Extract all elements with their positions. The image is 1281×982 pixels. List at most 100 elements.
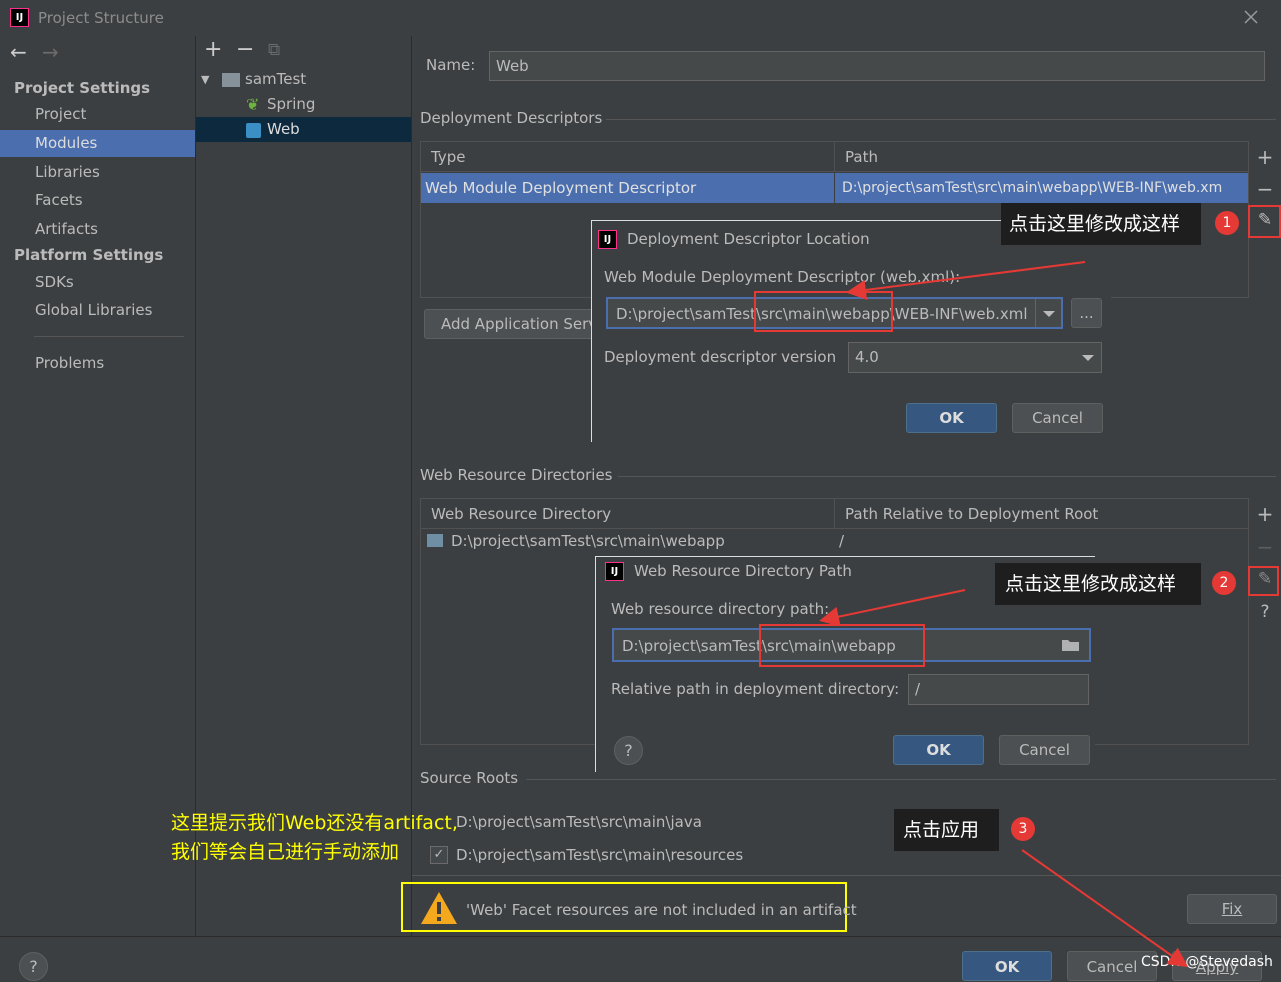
tree-label-samtest: samTest (245, 70, 307, 88)
dialog1-border (591, 220, 592, 442)
dialog2-app-icon: IJ (605, 562, 624, 581)
dialog2-title: Web Resource Directory Path (634, 562, 852, 580)
dialog2-help-button[interactable]: ? (614, 736, 643, 765)
nav-item-sdks[interactable]: SDKs (0, 269, 195, 296)
spring-leaf-icon: ❦ (246, 95, 260, 114)
web-folder-icon (427, 534, 443, 547)
remove-icon[interactable]: − (236, 37, 254, 62)
column-header-web-resource-directory[interactable]: Web Resource Directory (421, 499, 835, 529)
warning-icon (420, 891, 458, 925)
section-divider (618, 476, 1276, 477)
back-arrow-icon[interactable]: ← (10, 40, 27, 64)
tree-label-spring: Spring (267, 95, 316, 113)
csdn-watermark: CSDN @Stevedash (1141, 954, 1273, 970)
annotation-box-path-1 (754, 291, 893, 332)
source-root-resources: D:\project\samTest\src\main\resources (456, 846, 744, 864)
dialog2-ok-button[interactable]: OK (893, 735, 984, 765)
web-facet-icon (246, 123, 261, 138)
add-icon[interactable]: + (204, 37, 222, 62)
help-button[interactable]: ? (19, 952, 48, 981)
bottom-divider (0, 936, 1281, 937)
forward-arrow-icon[interactable]: → (42, 40, 59, 64)
relative-path-label: Relative path in deployment directory: (611, 680, 900, 698)
nav-item-artifacts[interactable]: Artifacts (0, 216, 195, 243)
help-icon[interactable]: ? (1252, 602, 1278, 622)
annotation-box-edit-1 (1248, 205, 1281, 238)
dialog1-app-icon: IJ (598, 230, 617, 249)
source-roots-title: Source Roots (420, 769, 519, 787)
dialog1-ok-button[interactable]: OK (906, 403, 997, 433)
nav-divider (34, 336, 184, 337)
annotation-box-edit-2 (1248, 566, 1279, 596)
row-dir-cell: D:\project\samTest\src\main\webapp (451, 532, 725, 550)
nav-item-problems[interactable]: Problems (0, 350, 195, 377)
dropdown-arrow-icon[interactable] (1035, 299, 1061, 327)
collapse-triangle-icon[interactable]: ▼ (201, 67, 209, 92)
nav-item-global-libraries[interactable]: Global Libraries (0, 297, 195, 324)
arrow-3 (1021, 849, 1189, 968)
column-header-type[interactable]: Type (421, 142, 835, 172)
title-bar: IJ Project Structure (0, 0, 1281, 36)
add-application-server-button[interactable]: Add Application Server specific descript… (424, 309, 598, 339)
version-dropdown-arrow-icon[interactable] (1076, 344, 1100, 371)
nav-item-libraries[interactable]: Libraries (0, 159, 195, 186)
descriptor-version-select[interactable]: 4.0 (848, 342, 1102, 373)
module-folder-icon (222, 73, 240, 87)
source-root-java: D:\project\samTest\src\main\java (456, 813, 702, 831)
module-tree-panel: + − ⧉ ▼ samTest ❦ Spring Web (195, 36, 412, 936)
deployment-descriptors-title: Deployment Descriptors (420, 109, 603, 127)
name-label: Name: (426, 56, 476, 74)
settings-sidebar: ← → Project Settings Project Modules Lib… (0, 36, 195, 936)
dialog1-title: Deployment Descriptor Location (627, 230, 870, 248)
tree-node-spring[interactable]: ❦ Spring (196, 92, 411, 117)
dialog2-border-top (595, 556, 1095, 557)
copy-icon[interactable]: ⧉ (268, 40, 280, 60)
annotation-note-line2: 我们等会自己进行手动添加 (171, 841, 400, 863)
relative-path-input[interactable]: / (908, 674, 1089, 705)
dialog1-border-top (591, 220, 1001, 221)
annotation-callout-2: 点击这里修改成这样 (995, 563, 1201, 605)
name-input[interactable]: Web (489, 51, 1265, 81)
annotation-callout-3: 点击应用 (894, 809, 999, 851)
add-resource-icon[interactable]: + (1252, 502, 1278, 526)
web-resource-directories-title: Web Resource Directories (420, 466, 613, 484)
table-row[interactable]: D:\project\samTest\src\main\webapp / (421, 530, 1248, 552)
tree-label-web: Web (267, 120, 300, 138)
row-path-cell: D:\project\samTest\src\main\webapp\WEB-I… (842, 180, 1223, 196)
fix-button[interactable]: Fix (1187, 894, 1277, 924)
annotation-box-path-2 (759, 624, 925, 667)
dialog2-field-label: Web resource directory path: (611, 600, 830, 618)
intellij-app-icon: IJ (10, 8, 29, 27)
ok-button[interactable]: OK (962, 951, 1052, 981)
descriptor-version-label: Deployment descriptor version (604, 348, 837, 366)
annotation-number-3: 3 (1011, 817, 1035, 841)
annotation-number-2: 2 (1212, 571, 1236, 595)
folder-browse-icon[interactable] (1060, 635, 1082, 655)
close-icon[interactable] (1241, 7, 1261, 27)
section-divider (606, 119, 1276, 120)
column-header-relative-path[interactable]: Path Relative to Deployment Root (835, 499, 1248, 529)
source-root-checkbox[interactable]: ✓ (430, 846, 448, 864)
window-title: Project Structure (38, 9, 164, 27)
nav-item-facets[interactable]: Facets (0, 187, 195, 214)
nav-item-modules[interactable]: Modules (0, 130, 195, 157)
column-header-path[interactable]: Path (835, 142, 1248, 172)
section-divider (526, 779, 1276, 780)
dialog2-cancel-button[interactable]: Cancel (999, 735, 1090, 765)
browse-button[interactable]: ... (1071, 298, 1102, 328)
row-type-cell: Web Module Deployment Descriptor (425, 179, 697, 197)
dialog1-cancel-button[interactable]: Cancel (1012, 403, 1103, 433)
platform-settings-heading: Platform Settings (14, 246, 164, 264)
annotation-note-line1: 这里提示我们Web还没有artifact, (171, 812, 458, 834)
annotation-callout-1: 点击这里修改成这样 (1001, 203, 1201, 245)
tree-node-web[interactable]: Web (196, 117, 411, 142)
row-rel-cell: / (839, 532, 845, 550)
remove-descriptor-icon[interactable]: − (1252, 177, 1278, 201)
remove-resource-icon[interactable]: − (1252, 535, 1278, 559)
project-settings-heading: Project Settings (14, 79, 151, 97)
table-row[interactable]: Web Module Deployment Descriptor D:\proj… (421, 173, 1248, 203)
nav-item-project[interactable]: Project (0, 101, 195, 128)
add-descriptor-icon[interactable]: + (1252, 145, 1278, 169)
warning-divider (412, 875, 1281, 876)
tree-node-samtest[interactable]: ▼ samTest (196, 67, 411, 92)
